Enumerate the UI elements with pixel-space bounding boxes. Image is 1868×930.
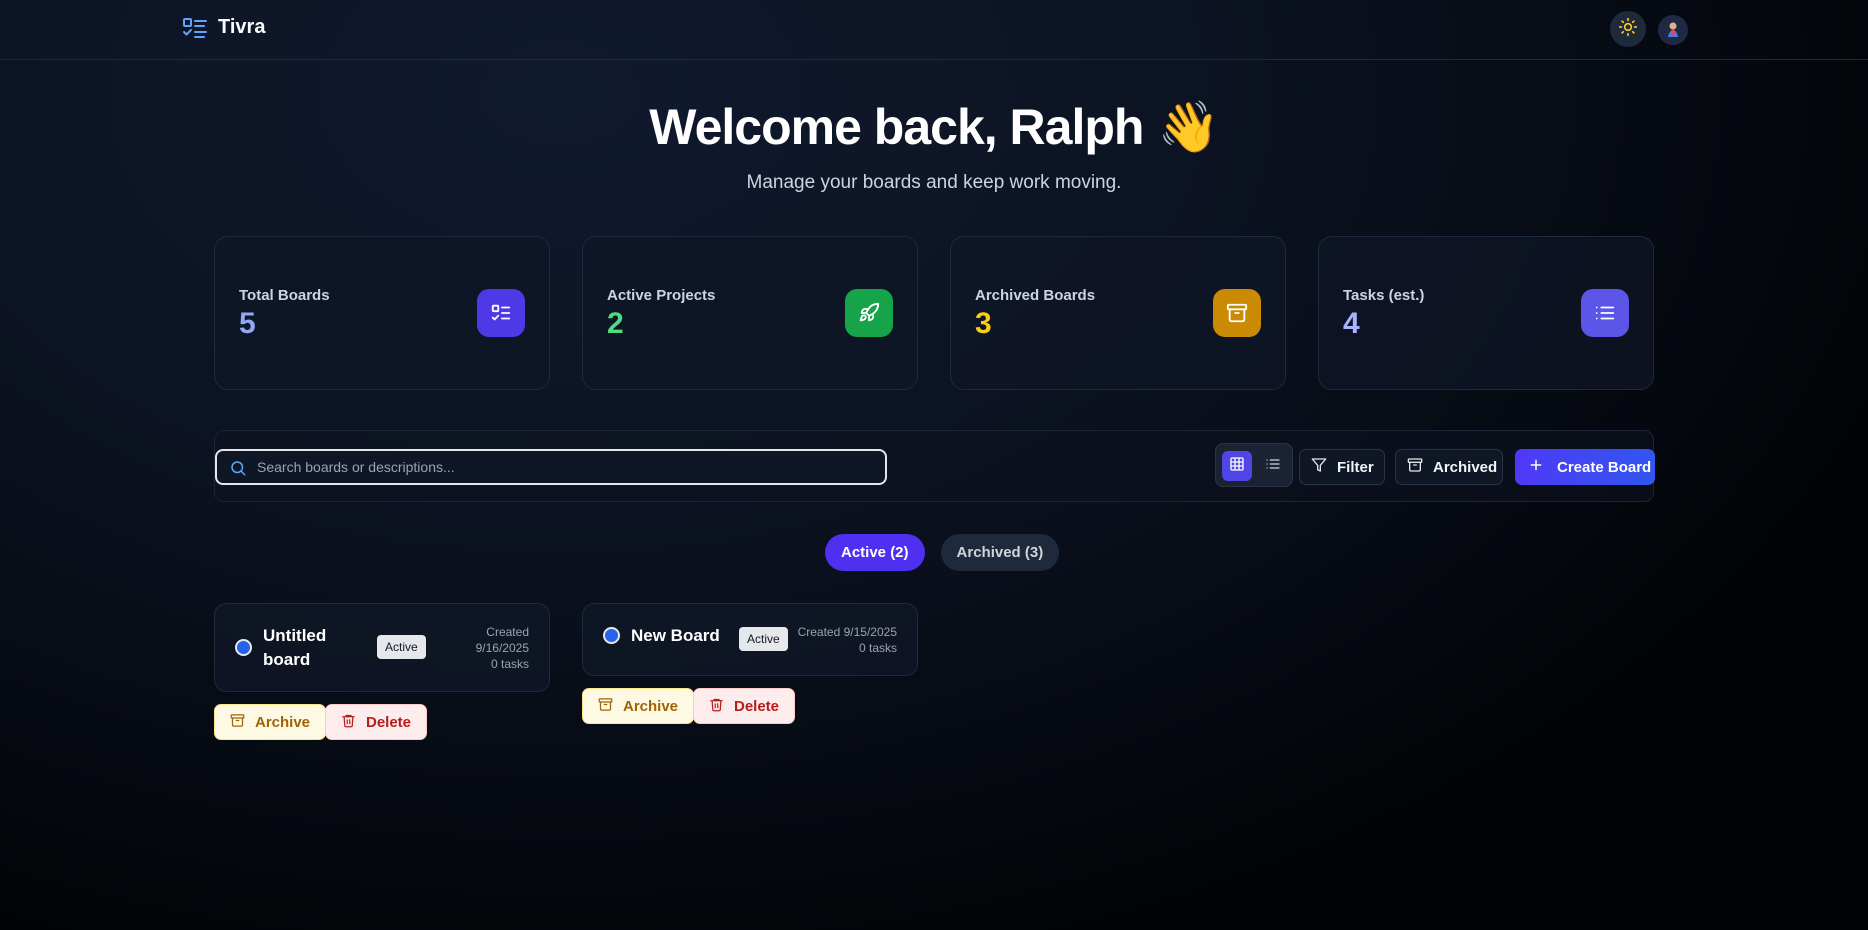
status-badge: Active xyxy=(739,627,788,651)
checklist-icon xyxy=(477,289,525,337)
stat-label: Total Boards xyxy=(239,287,330,304)
board-tabs: Active (2) Archived (3) xyxy=(825,534,1060,571)
stat-label: Active Projects xyxy=(607,287,716,304)
tab-active[interactable]: Active (2) xyxy=(825,534,925,571)
search-box[interactable] xyxy=(215,449,887,485)
theme-toggle-button[interactable] xyxy=(1610,11,1646,47)
list-icon xyxy=(1581,289,1629,337)
trash-icon xyxy=(341,713,356,732)
board-status-dot xyxy=(603,627,620,644)
archive-icon xyxy=(1213,289,1261,337)
avatar[interactable] xyxy=(1658,15,1688,45)
task-count: 0 tasks xyxy=(490,657,529,671)
stat-card-archived-boards: Archived Boards 3 xyxy=(950,236,1286,390)
archive-button[interactable]: Archive xyxy=(582,688,695,724)
created-date: 9/16/2025 xyxy=(475,641,529,655)
tab-archived[interactable]: Archived (3) xyxy=(940,534,1060,571)
stat-card-tasks: Tasks (est.) 4 xyxy=(1318,236,1654,390)
list-icon xyxy=(1265,456,1281,477)
filter-label: Filter xyxy=(1337,458,1374,476)
grid-view-button[interactable] xyxy=(1222,451,1252,481)
board-meta: Created 9/15/2025 0 tasks xyxy=(798,624,897,656)
created-date: Created 9/15/2025 xyxy=(797,625,897,639)
stat-value: 4 xyxy=(1343,307,1360,340)
page-subtitle: Manage your boards and keep work moving. xyxy=(746,172,1122,193)
delete-label: Delete xyxy=(734,697,780,715)
search-input[interactable] xyxy=(257,451,877,483)
list-view-button[interactable] xyxy=(1258,451,1288,481)
delete-label: Delete xyxy=(366,713,412,731)
filter-button[interactable]: Filter xyxy=(1299,449,1385,485)
filter-icon xyxy=(1311,457,1327,477)
welcome-text: Welcome back, Ralph xyxy=(649,99,1144,155)
board-name: Untitled board xyxy=(263,624,326,672)
delete-button[interactable]: Delete xyxy=(693,688,796,724)
archive-button[interactable]: Archive xyxy=(214,704,327,740)
stat-card-active-projects: Active Projects 2 xyxy=(582,236,918,390)
create-board-button[interactable]: Create Board xyxy=(1515,449,1655,485)
board-toolbar: Filter Archived Create Board xyxy=(214,430,1655,502)
view-toggle xyxy=(1215,443,1293,487)
status-badge: Active xyxy=(377,635,426,659)
archive-icon xyxy=(1407,457,1423,477)
stat-label: Archived Boards xyxy=(975,287,1096,304)
board-name-line: board xyxy=(263,650,311,669)
archive-label: Archive xyxy=(623,697,679,715)
board-name-line: Untitled xyxy=(263,626,327,645)
wave-emoji: 👋 xyxy=(1157,99,1219,155)
create-board-label: Create Board xyxy=(1557,458,1652,476)
archived-button[interactable]: Archived xyxy=(1395,449,1503,485)
stat-value: 5 xyxy=(239,307,256,340)
board-card[interactable]: Untitled board Active Created 9/16/2025 … xyxy=(214,603,550,692)
created-label: Created xyxy=(486,625,529,639)
grid-icon xyxy=(1229,456,1245,477)
page-title: Welcome back, Ralph 👋 xyxy=(0,98,1868,157)
stat-label: Tasks (est.) xyxy=(1343,287,1425,304)
rocket-icon xyxy=(845,289,893,337)
archive-icon xyxy=(230,713,245,732)
task-count: 0 tasks xyxy=(858,641,897,655)
search-icon xyxy=(229,459,247,482)
sun-icon xyxy=(1618,17,1638,42)
archive-label: Archive xyxy=(255,713,311,731)
board-meta: Created 9/16/2025 0 tasks xyxy=(476,624,529,672)
stat-card-total-boards: Total Boards 5 xyxy=(214,236,550,390)
stat-value: 3 xyxy=(975,307,992,340)
stat-value: 2 xyxy=(607,307,624,340)
archive-icon xyxy=(598,697,613,716)
trash-icon xyxy=(709,697,724,716)
archived-label: Archived xyxy=(1433,458,1498,476)
board-card[interactable]: New Board Active Created 9/15/2025 0 tas… xyxy=(582,603,918,676)
plus-icon xyxy=(1529,458,1543,476)
delete-button[interactable]: Delete xyxy=(325,704,428,740)
checklist-icon xyxy=(182,17,208,39)
brand[interactable]: Tivra xyxy=(182,16,265,39)
brand-name: Tivra xyxy=(218,16,266,38)
top-bar: Tivra xyxy=(0,0,1868,60)
board-name: New Board xyxy=(631,626,720,645)
board-status-dot xyxy=(235,639,252,656)
